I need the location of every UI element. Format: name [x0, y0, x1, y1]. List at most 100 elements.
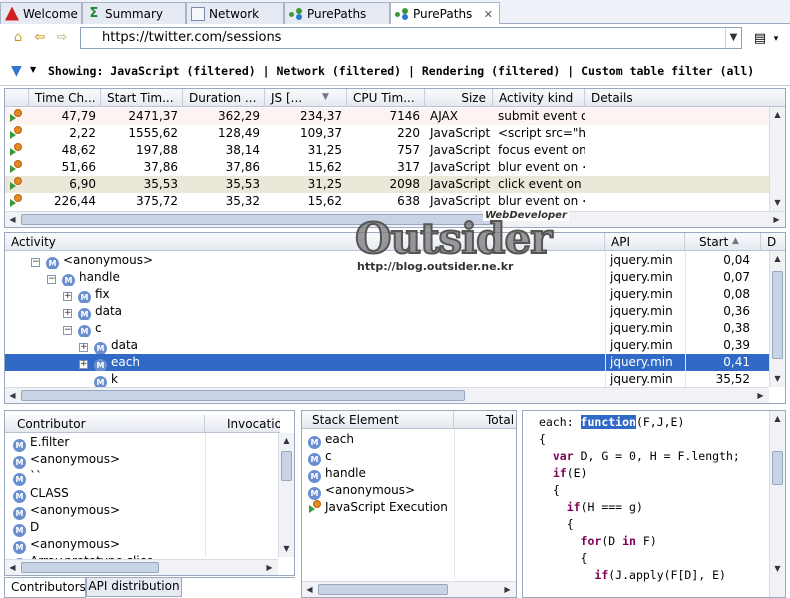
- vertical-scrollbar[interactable]: ▲ ▼: [769, 251, 785, 387]
- scroll-up-icon[interactable]: ▲: [279, 433, 294, 448]
- col-time-change[interactable]: Time Ch...: [29, 89, 101, 107]
- scroll-up-icon[interactable]: ▲: [770, 251, 785, 266]
- list-item[interactable]: M ``: [11, 468, 277, 486]
- table-row[interactable]: 2,22 1555,62 128,49 109,37 220 JavaScript <scr…: [5, 125, 785, 142]
- col-icon[interactable]: [5, 89, 29, 107]
- col-start[interactable]: Start: [685, 233, 761, 251]
- table-cell: blur event on <textarea id="statu: [498, 160, 585, 174]
- table-row[interactable]: 47,79 2471,37 362,29 234,37 7146 AJAX submit e…: [5, 108, 785, 125]
- vertical-scrollbar[interactable]: ▲ ▼: [278, 433, 294, 557]
- tab-api-distribution[interactable]: API distribution: [86, 578, 182, 597]
- filter-icon[interactable]: ▼: [11, 63, 22, 79]
- collapse-icon[interactable]: −: [31, 258, 40, 267]
- tree-row[interactable]: + Meach jquery.min 0,41: [5, 354, 769, 371]
- tab-network[interactable]: Network: [186, 2, 284, 24]
- table-row[interactable]: 6,90 35,53 35,53 31,25 2098 JavaScript click e…: [5, 176, 785, 193]
- collapse-icon[interactable]: −: [63, 326, 72, 335]
- col-api[interactable]: API: [605, 233, 685, 251]
- expand-icon[interactable]: +: [79, 343, 88, 352]
- table-row[interactable]: 48,62 197,88 38,14 31,25 757 JavaScript focus …: [5, 142, 785, 159]
- filter-dropdown-icon[interactable]: ▼: [30, 65, 36, 74]
- scroll-thumb[interactable]: [21, 562, 159, 573]
- tree-row[interactable]: + Mdata jquery.min 0,39: [5, 337, 769, 354]
- tab-summary[interactable]: Σ Summary: [82, 2, 186, 24]
- list-item[interactable]: M <anonymous>: [11, 451, 277, 469]
- horizontal-scrollbar[interactable]: ◀ ▶: [5, 387, 769, 403]
- list-item[interactable]: M CLASS: [11, 485, 277, 503]
- col-activity-kind[interactable]: Activity kind: [493, 89, 585, 107]
- tab-purepaths[interactable]: PurePaths: [284, 2, 390, 24]
- scroll-up-icon[interactable]: ▲: [770, 411, 785, 426]
- col-size[interactable]: Size: [425, 89, 493, 107]
- col-cpu-time[interactable]: CPU Tim...: [347, 89, 425, 107]
- scroll-right-icon[interactable]: ▶: [769, 212, 784, 227]
- vertical-scrollbar[interactable]: ▲ ▼: [769, 107, 785, 211]
- expand-icon[interactable]: +: [63, 292, 72, 301]
- stack-row[interactable]: M <anonymous>: [308, 482, 514, 500]
- tree-row[interactable]: − M <anonymous> jquery.min 0,04: [5, 252, 769, 269]
- scroll-up-icon[interactable]: ▲: [770, 107, 785, 122]
- horizontal-scrollbar[interactable]: ◀ ▶: [5, 559, 278, 575]
- vertical-scrollbar[interactable]: ▲ ▼: [769, 411, 785, 597]
- scroll-right-icon[interactable]: ▶: [753, 388, 768, 403]
- scroll-left-icon[interactable]: ◀: [5, 212, 20, 227]
- close-tab-icon[interactable]: ✕: [484, 8, 493, 21]
- list-item[interactable]: M E.filter: [11, 434, 277, 452]
- tree-row[interactable]: − Mc jquery.min 0,38: [5, 320, 769, 337]
- col-duration-short[interactable]: D: [761, 233, 785, 251]
- stack-row[interactable]: Meach: [308, 431, 514, 449]
- layout-icon[interactable]: ▤: [752, 32, 768, 46]
- scroll-left-icon[interactable]: ◀: [5, 388, 20, 403]
- scroll-left-icon[interactable]: ◀: [5, 560, 20, 575]
- table-row[interactable]: 51,66 37,86 37,86 15,62 317 JavaScript blur ev…: [5, 159, 785, 176]
- url-dropdown-icon[interactable]: ▼: [725, 28, 741, 48]
- tree-row[interactable]: + Mfix jquery.min 0,08: [5, 286, 769, 303]
- tab-welcome[interactable]: Welcome: [0, 2, 82, 24]
- stack-row[interactable]: JavaScript Execution: [308, 499, 514, 516]
- col-invocations[interactable]: Invocatio: [205, 415, 280, 433]
- scroll-thumb[interactable]: [21, 390, 465, 401]
- layout-dropdown-icon[interactable]: ▾: [768, 32, 784, 46]
- horizontal-scrollbar[interactable]: ◀ ▶: [5, 211, 785, 227]
- col-start-time[interactable]: Start Tim...: [101, 89, 183, 107]
- col-js[interactable]: JS [...: [265, 89, 347, 107]
- col-activity[interactable]: Activity: [5, 233, 605, 251]
- horizontal-scrollbar[interactable]: ◀ ▶: [302, 581, 516, 597]
- scroll-thumb[interactable]: [21, 214, 491, 225]
- col-contributor[interactable]: Contributor: [5, 415, 205, 433]
- open-folder-icon[interactable]: ⌂: [10, 31, 26, 45]
- table-cell: 15,62: [307, 194, 342, 208]
- forward-arrow-icon[interactable]: ⇨: [54, 31, 70, 45]
- table-row[interactable]: 226,44 375,72 35,32 15,62 638 JavaScript blur …: [5, 193, 785, 210]
- scroll-down-icon[interactable]: ▼: [279, 541, 294, 556]
- scroll-down-icon[interactable]: ▼: [770, 371, 785, 386]
- scroll-thumb[interactable]: [772, 271, 783, 359]
- expand-icon[interactable]: +: [79, 360, 88, 369]
- scroll-thumb[interactable]: [318, 584, 448, 595]
- tree-row[interactable]: − Mhandle jquery.min 0,07: [5, 269, 769, 286]
- tab-contributors[interactable]: Contributors: [4, 578, 86, 598]
- url-input[interactable]: https://twitter.com/sessions: [80, 27, 742, 49]
- tree-row[interactable]: + Mdata jquery.min 0,36: [5, 303, 769, 320]
- stack-row[interactable]: Mc: [308, 448, 514, 466]
- col-duration[interactable]: Duration ...: [183, 89, 265, 107]
- scroll-thumb[interactable]: [281, 451, 292, 481]
- col-stack-element[interactable]: Stack Element: [302, 411, 454, 429]
- back-arrow-icon[interactable]: ⇦: [32, 31, 48, 45]
- expand-icon[interactable]: +: [63, 309, 72, 318]
- stack-row[interactable]: Mhandle: [308, 465, 514, 483]
- col-details[interactable]: Details: [585, 89, 775, 107]
- collapse-icon[interactable]: −: [47, 275, 56, 284]
- scroll-right-icon[interactable]: ▶: [500, 582, 515, 597]
- scroll-down-icon[interactable]: ▼: [770, 561, 785, 576]
- tree-row[interactable]: Mk jquery.min 35,52: [5, 371, 769, 388]
- scroll-left-icon[interactable]: ◀: [302, 582, 317, 597]
- scroll-down-icon[interactable]: ▼: [770, 195, 785, 210]
- list-item[interactable]: MD: [11, 519, 277, 537]
- scroll-thumb[interactable]: [772, 451, 783, 485]
- list-item[interactable]: M <anonymous>: [11, 502, 277, 520]
- col-total[interactable]: Total: [454, 411, 516, 429]
- scroll-right-icon[interactable]: ▶: [262, 560, 277, 575]
- list-item[interactable]: M <anonymous>: [11, 536, 277, 554]
- tab-purepaths-active[interactable]: PurePaths ✕: [390, 2, 500, 25]
